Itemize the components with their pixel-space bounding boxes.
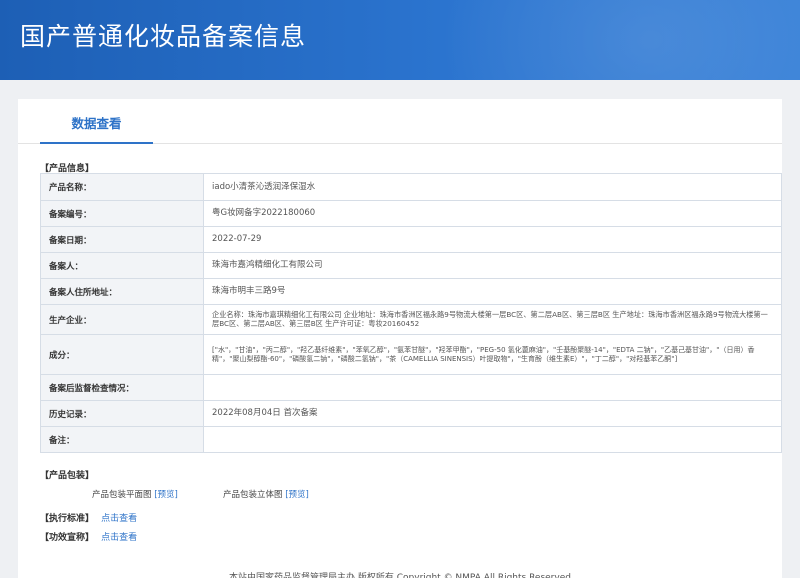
packaging-flat-label: 产品包装平面图 — [92, 490, 152, 500]
row-value-history: 2022年08月04日 首次备案 — [203, 400, 782, 427]
table-row: 成分： ["水"，"甘油"，"丙二醇"，"羟乙基纤维素"，"苯氧乙醇"，"氨苯甘… — [40, 334, 782, 375]
packaging-solid-label: 产品包装立体图 — [223, 490, 283, 500]
row-label-history: 历史记录： — [40, 400, 204, 427]
efficacy-section-title: 【功效宣称】 — [40, 533, 95, 543]
standard-section: 【执行标准】 点击查看 — [40, 511, 137, 524]
table-row: 生产企业： 企业名称：珠海市嘉琪精细化工有限公司 企业地址：珠海市香洲区福永路9… — [40, 304, 782, 335]
table-row: 备案日期： 2022-07-29 — [40, 226, 782, 253]
row-value-filing-number: 粤G妆网备字2022180060 — [203, 200, 782, 227]
table-row: 备案人住所地址： 珠海市明丰三路9号 — [40, 278, 782, 305]
efficacy-section: 【功效宣称】 点击查看 — [40, 530, 137, 543]
row-label-ingredients: 成分： — [40, 334, 204, 375]
tab-bar: 数据查看 — [18, 99, 782, 144]
standard-view-link[interactable]: 点击查看 — [101, 514, 137, 524]
row-label-filer-address: 备案人住所地址： — [40, 278, 204, 305]
page-title: 国产普通化妆品备案信息 — [20, 22, 307, 51]
row-label-product-name: 产品名称： — [40, 173, 204, 201]
table-row: 备案后监督检查情况： — [40, 374, 782, 401]
packaging-solid-preview-link[interactable]: [预览] — [285, 490, 309, 500]
row-label-filing-date: 备案日期： — [40, 226, 204, 253]
row-value-manufacturer: 企业名称：珠海市嘉琪精细化工有限公司 企业地址：珠海市香洲区福永路9号物流大楼第… — [203, 304, 782, 335]
packaging-section-title: 【产品包装】 — [40, 471, 95, 481]
table-row: 备注： — [40, 426, 782, 453]
row-value-inspection — [203, 374, 782, 401]
row-value-filing-date: 2022-07-29 — [203, 226, 782, 253]
row-label-filing-number: 备案编号： — [40, 200, 204, 227]
table-row: 产品名称： iado小清茶沁透润泽保湿水 — [40, 173, 782, 201]
row-label-filer: 备案人： — [40, 252, 204, 279]
packaging-flat-item: 产品包装平面图 [预览] — [92, 488, 178, 500]
row-value-product-name: iado小清茶沁透润泽保湿水 — [203, 173, 782, 201]
product-info-table: 产品名称： iado小清茶沁透润泽保湿水 备案编号： 粤G妆网备字2022180… — [40, 173, 782, 453]
row-value-filer-address: 珠海市明丰三路9号 — [203, 278, 782, 305]
packaging-flat-preview-link[interactable]: [预览] — [154, 490, 178, 500]
header-banner: 国产普通化妆品备案信息 — [0, 0, 800, 80]
banner-decoration — [440, 0, 800, 80]
row-value-filer: 珠海市嘉鸿精细化工有限公司 — [203, 252, 782, 279]
row-label-manufacturer: 生产企业： — [40, 304, 204, 335]
content-panel: 数据查看 【产品信息】 产品名称： iado小清茶沁透润泽保湿水 备案编号： 粤… — [18, 99, 782, 578]
efficacy-view-link[interactable]: 点击查看 — [101, 533, 137, 543]
table-row: 历史记录： 2022年08月04日 首次备案 — [40, 400, 782, 427]
row-label-inspection: 备案后监督检查情况： — [40, 374, 204, 401]
tab-data-view[interactable]: 数据查看 — [40, 99, 153, 144]
packaging-solid-item: 产品包装立体图 [预览] — [223, 488, 309, 500]
table-row: 备案编号： 粤G妆网备字2022180060 — [40, 200, 782, 227]
table-row: 备案人： 珠海市嘉鸿精细化工有限公司 — [40, 252, 782, 279]
row-value-ingredients: ["水"，"甘油"，"丙二醇"，"羟乙基纤维素"，"苯氧乙醇"，"氨苯甘醚"，"… — [203, 334, 782, 375]
footer-copyright: 本站由国家药品监督管理局主办 版权所有 Copyright © NMPA All… — [229, 573, 571, 578]
row-value-remarks — [203, 426, 782, 453]
row-label-remarks: 备注： — [40, 426, 204, 453]
standard-section-title: 【执行标准】 — [40, 514, 95, 524]
